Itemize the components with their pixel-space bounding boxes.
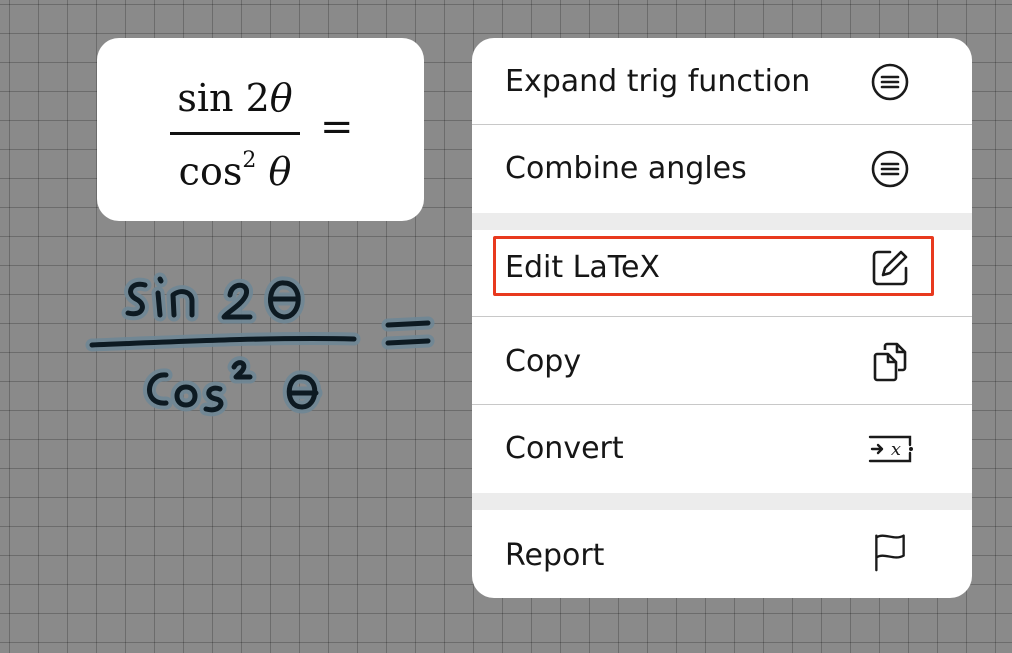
menu-item-combine-angles[interactable]: Combine angles (472, 125, 972, 212)
math-preview-denominator: cos2 θ (170, 143, 300, 194)
edit-icon (872, 250, 908, 286)
copy-icon (873, 342, 907, 382)
context-menu: Expand trig function Combine angles Edit… (472, 38, 972, 598)
equivalent-icon (871, 63, 909, 101)
flag-icon (875, 534, 905, 572)
menu-item-label: Report (505, 538, 605, 573)
fraction-bar (170, 132, 300, 135)
math-preview-equals: = (320, 104, 354, 150)
denominator-variable: θ (268, 149, 292, 194)
menu-item-label: Convert (505, 431, 624, 466)
menu-item-edit-latex[interactable]: Edit LaTeX (472, 230, 972, 317)
menu-item-report[interactable]: Report (472, 510, 972, 597)
menu-group-separator (472, 493, 972, 510)
numerator-function: sin 2 (177, 76, 270, 120)
menu-item-convert[interactable]: Convert x (472, 405, 972, 492)
handwritten-expression[interactable] (70, 255, 450, 435)
equivalent-icon (871, 150, 909, 188)
menu-item-copy[interactable]: Copy (472, 318, 972, 405)
denominator-exponent: 2 (242, 148, 257, 173)
math-preview-fraction: sin 2θ cos2 θ (170, 76, 300, 194)
svg-text:x: x (891, 439, 901, 460)
menu-item-label: Edit LaTeX (505, 250, 660, 285)
convert-icon: x (868, 435, 913, 463)
menu-item-label: Combine angles (505, 151, 747, 186)
denominator-function: cos (178, 149, 243, 194)
math-preview-numerator: sin 2θ (170, 76, 300, 122)
menu-item-expand-trig-function[interactable]: Expand trig function (472, 38, 972, 125)
numerator-variable: θ (269, 76, 293, 120)
menu-item-label: Copy (505, 344, 582, 379)
menu-item-label: Expand trig function (505, 64, 811, 99)
